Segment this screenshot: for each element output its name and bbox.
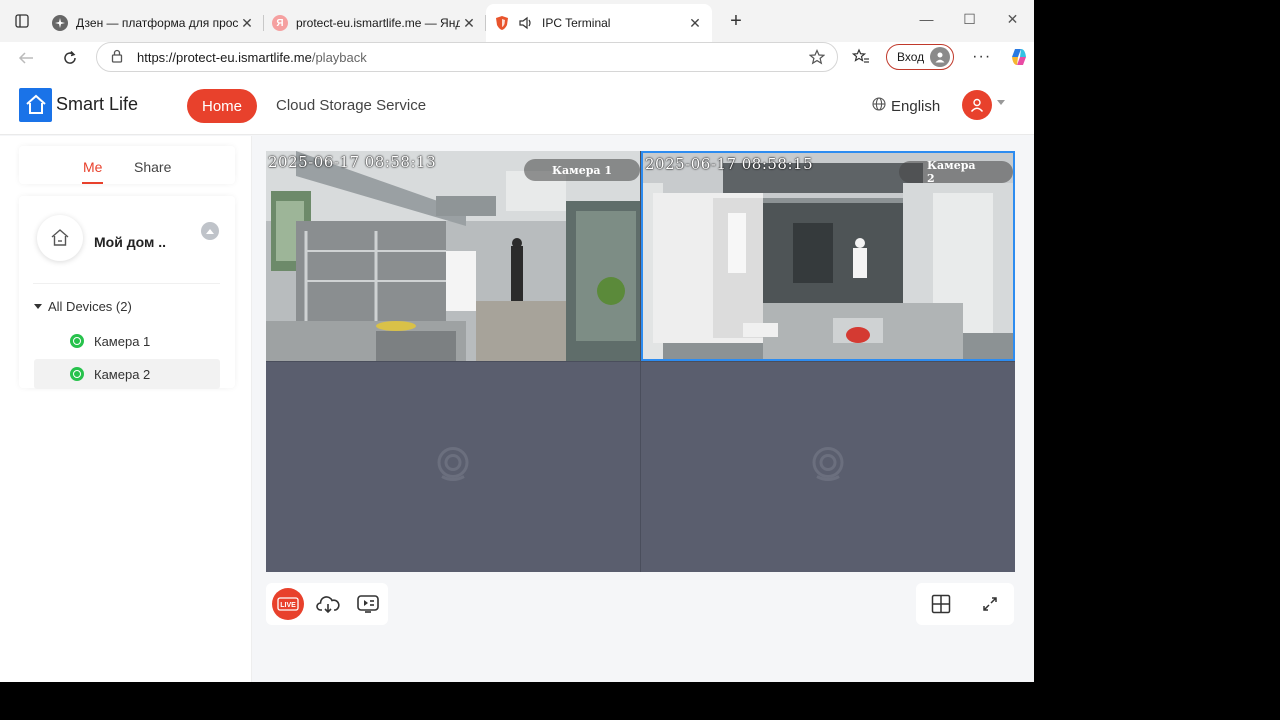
device-item-camera-1[interactable]: Камера 1 — [34, 326, 220, 356]
chevron-down-icon[interactable] — [997, 100, 1005, 105]
device-name: Камера 1 — [94, 333, 151, 349]
tab-title: Дзен — платформа для просмотр — [76, 16, 238, 30]
all-devices-group[interactable]: All Devices (2) — [34, 299, 132, 314]
cloud-playback-icon[interactable] — [312, 588, 344, 620]
browser-tab-ipc-terminal[interactable]: IPC Terminal ✕ — [486, 4, 712, 42]
language-label: English — [891, 97, 941, 115]
dzen-icon — [52, 15, 68, 31]
video-feed-camera-2[interactable]: 2025-06-17 08:58:15 Камера 2 — [641, 151, 1015, 361]
camera-1-frame — [266, 151, 640, 361]
online-status-icon — [70, 367, 84, 381]
cloud-storage-nav-link[interactable]: Cloud Storage Service — [276, 97, 426, 114]
video-grid: 2025-06-17 08:58:13 Камера 1 2025-06-17 … — [266, 151, 1015, 572]
online-status-icon — [70, 334, 84, 348]
timestamp-overlay: 2025-06-17 08:58:13 — [268, 153, 437, 171]
browser-window: Дзен — платформа для просмотр ✕ Я protec… — [0, 0, 1034, 682]
live-icon[interactable]: LIVE — [272, 588, 304, 620]
all-devices-label: All Devices (2) — [48, 299, 132, 314]
window-controls: — ☐ ✕ — [905, 0, 1034, 42]
close-tab-icon[interactable]: ✕ — [460, 15, 478, 32]
brand-name[interactable]: Smart Life — [56, 94, 138, 115]
favorite-star-icon[interactable] — [808, 49, 826, 68]
new-tab-button[interactable]: + — [720, 5, 752, 37]
shield-icon — [494, 15, 510, 31]
favorites-icon[interactable] — [852, 48, 870, 66]
tab-strip: Дзен — платформа для просмотр ✕ Я protec… — [0, 0, 1034, 42]
local-playback-icon[interactable] — [352, 588, 384, 620]
url-host: https://protect-eu.ismartlife.me — [137, 49, 312, 65]
home-nav-button[interactable]: Home — [187, 89, 257, 123]
address-bar[interactable]: https://protect-eu.ismartlife.me/playbac… — [96, 42, 838, 72]
user-avatar-icon[interactable] — [962, 90, 992, 120]
copilot-icon[interactable] — [1009, 47, 1029, 67]
svg-text:LIVE: LIVE — [280, 602, 296, 609]
device-sidebar — [0, 136, 252, 682]
language-selector[interactable]: English — [872, 97, 940, 115]
home-icon[interactable] — [37, 215, 83, 261]
url-path: /playback — [311, 49, 367, 65]
grid-divider — [266, 361, 1015, 362]
profile-avatar-icon — [930, 47, 951, 67]
view-controls — [916, 583, 1014, 625]
sidebar-tabs — [19, 146, 235, 184]
lock-icon[interactable] — [111, 49, 123, 66]
browser-tab-dzen[interactable]: Дзен — платформа для просмотр ✕ — [44, 6, 264, 40]
maximize-icon[interactable]: ☐ — [948, 0, 991, 38]
app-page: Smart Life Home Cloud Storage Service En… — [0, 75, 1034, 682]
camera-label-badge: Камера 1 — [524, 159, 640, 181]
tab-me[interactable]: Me — [83, 159, 102, 175]
login-label: Вход — [897, 50, 925, 64]
fullscreen-icon[interactable] — [981, 595, 999, 613]
minimize-icon[interactable]: — — [905, 0, 948, 38]
yandex-icon: Я — [272, 15, 288, 31]
timestamp-overlay: 2025-06-17 08:58:15 — [645, 155, 814, 173]
tab-title: protect-eu.ismartlife.me — Яндекс — [296, 16, 460, 30]
reload-icon[interactable] — [52, 43, 88, 73]
globe-icon — [872, 97, 886, 115]
empty-video-slot[interactable] — [266, 362, 640, 572]
screen-border — [0, 682, 1280, 720]
close-tab-icon[interactable]: ✕ — [238, 15, 256, 32]
caret-down-icon — [34, 304, 42, 309]
video-feed-camera-1[interactable]: 2025-06-17 08:58:13 Камера 1 — [266, 151, 640, 361]
app-header: Smart Life Home Cloud Storage Service En… — [0, 75, 1034, 135]
close-window-icon[interactable]: ✕ — [991, 0, 1034, 38]
empty-video-slot[interactable] — [641, 362, 1015, 572]
tab-share[interactable]: Share — [134, 159, 171, 175]
camera-placeholder-icon — [436, 447, 470, 488]
device-item-camera-2[interactable]: Камера 2 — [34, 359, 220, 389]
login-button[interactable]: Вход — [886, 44, 955, 70]
tab-title: IPC Terminal — [542, 16, 611, 30]
grid-layout-icon[interactable] — [931, 594, 951, 614]
divider — [33, 283, 220, 284]
back-arrow-icon[interactable] — [8, 43, 44, 73]
home-name[interactable]: Мой дом .. — [94, 234, 166, 250]
navigation-bar: https://protect-eu.ismartlife.me/playbac… — [0, 42, 1034, 74]
camera-placeholder-icon — [811, 447, 845, 488]
browser-toolbar-right: Вход ··· — [852, 42, 1029, 72]
speaker-icon[interactable] — [518, 16, 534, 30]
collapse-up-icon[interactable] — [201, 222, 219, 240]
smart-life-logo[interactable] — [19, 88, 52, 122]
device-name: Камера 2 — [94, 366, 151, 382]
browser-tab-yandex[interactable]: Я protect-eu.ismartlife.me — Яндекс ✕ — [264, 6, 486, 40]
close-tab-icon[interactable]: ✕ — [686, 15, 704, 32]
active-tab-indicator — [82, 182, 103, 184]
playback-controls: LIVE — [266, 583, 388, 625]
tab-actions-icon[interactable] — [0, 0, 44, 42]
more-options-icon[interactable]: ··· — [972, 48, 991, 66]
camera-label-badge: Камера 2 — [899, 159, 1013, 185]
